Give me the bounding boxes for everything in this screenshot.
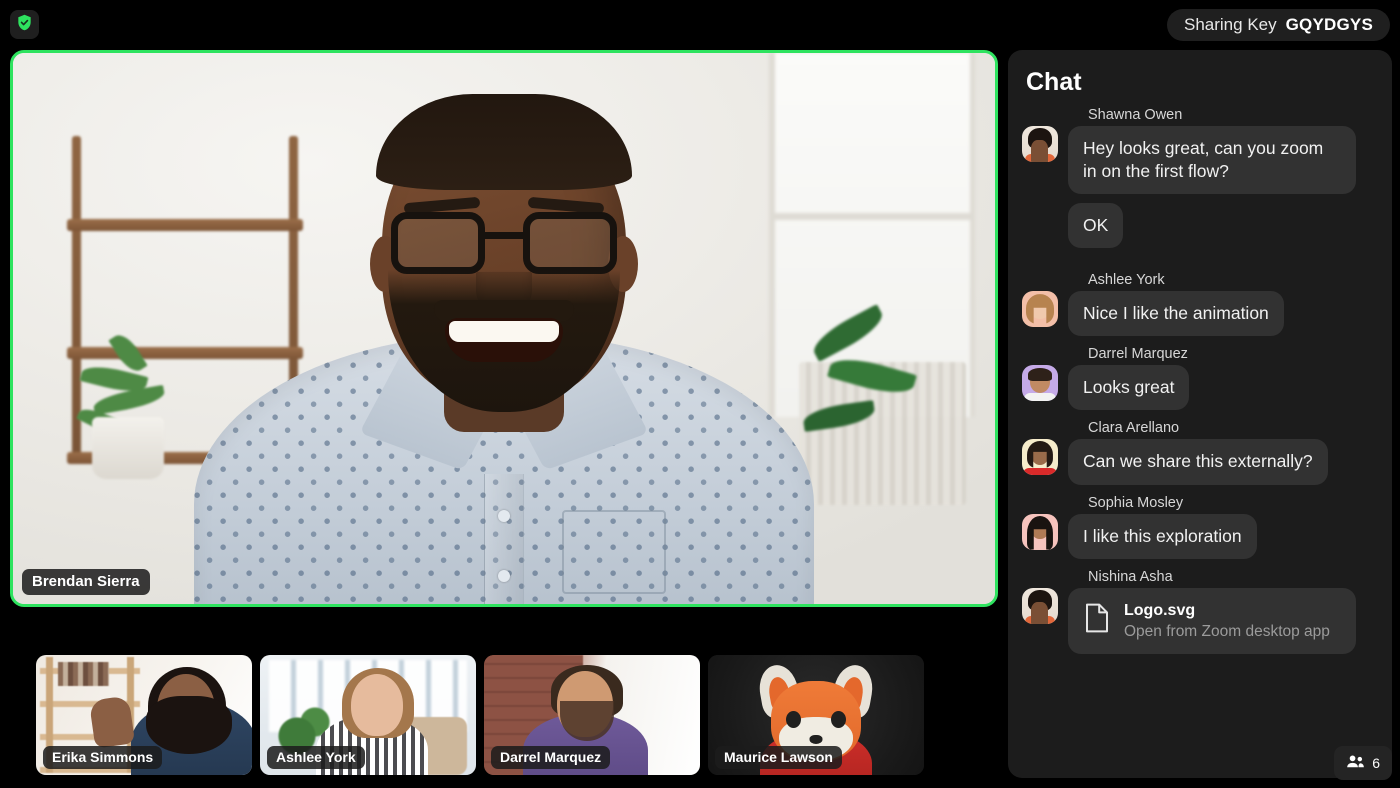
chat-sender-name: Ashlee York [1088,272,1165,289]
chat-message: Darrel Marquez Looks great [1022,346,1378,411]
chat-message: Shawna Owen Hey looks great, can you zoo… [1022,107,1378,249]
active-speaker-video [13,53,995,604]
chat-panel: Chat Shawna Owen Hey looks great, can yo… [1008,50,1392,778]
sharing-key-value: GQYDGYS [1285,15,1373,34]
participant-tile-darrel[interactable]: Darrel Marquez [484,655,700,775]
avatar [1022,439,1058,476]
chat-sender-name: Sophia Mosley [1088,494,1184,511]
avatar [1022,587,1058,624]
chat-bubble[interactable]: Can we share this externally? [1068,439,1328,485]
people-icon [1346,754,1365,772]
participant-name: Maurice Lawson [715,746,842,769]
avatar [1022,365,1058,402]
security-shield-button[interactable] [10,10,39,39]
file-attachment-card[interactable]: Logo.svg Open from Zoom desktop app [1068,587,1356,655]
active-speaker-name: Brendan Sierra [22,569,150,595]
participant-filmstrip: Erika Simmons Ashlee York Darrel Marquez [36,655,924,775]
chat-sender-name: Shawna Owen [1088,107,1183,123]
participants-count: 6 [1372,755,1380,771]
chat-bubble[interactable]: Hey looks great, can you zoom in on the … [1068,126,1356,195]
sharing-key-label: Sharing Key [1184,15,1277,34]
chat-message-list[interactable]: Shawna Owen Hey looks great, can you zoo… [1008,107,1392,674]
chat-bubble[interactable]: Looks great [1068,365,1190,411]
file-open-hint: Open from Zoom desktop app [1124,622,1330,640]
chat-sender-name: Clara Arellano [1088,420,1180,437]
participant-name: Darrel Marquez [491,746,611,769]
participant-tile-maurice[interactable]: Maurice Lawson [708,655,924,775]
document-icon [1084,603,1110,639]
avatar [1022,291,1058,328]
participant-tile-erika[interactable]: Erika Simmons [36,655,252,775]
chat-file-message: Nishina Asha Logo.svg Open from Zoom des… [1022,569,1378,655]
chat-message: Sophia Mosley I like this exploration [1022,495,1378,559]
shield-check-icon [15,13,34,37]
participant-tile-ashlee[interactable]: Ashlee York [260,655,476,775]
chat-message: Clara Arellano Can we share this externa… [1022,420,1378,485]
active-speaker-tile[interactable]: Brendan Sierra [10,50,998,607]
chat-bubble[interactable]: Nice I like the animation [1068,291,1284,337]
participant-name: Ashlee York [267,746,365,769]
zoom-meeting-window: Sharing Key GQYDGYS Brendan Sierra Erika… [0,0,1400,788]
avatar [1022,513,1058,550]
sharing-key-pill[interactable]: Sharing Key GQYDGYS [1167,9,1390,41]
chat-bubble[interactable]: OK [1068,203,1124,249]
avatar [1022,126,1058,162]
chat-panel-title: Chat [1026,68,1082,96]
chat-message: Ashlee York Nice I like the animation [1022,272,1378,337]
chat-sender-name: Nishina Asha [1088,568,1173,585]
chat-sender-name: Darrel Marquez [1088,346,1188,363]
file-name: Logo.svg [1124,601,1196,619]
participant-name: Erika Simmons [43,746,163,769]
participants-count-badge[interactable]: 6 [1334,746,1392,780]
chat-bubble[interactable]: I like this exploration [1068,513,1257,559]
